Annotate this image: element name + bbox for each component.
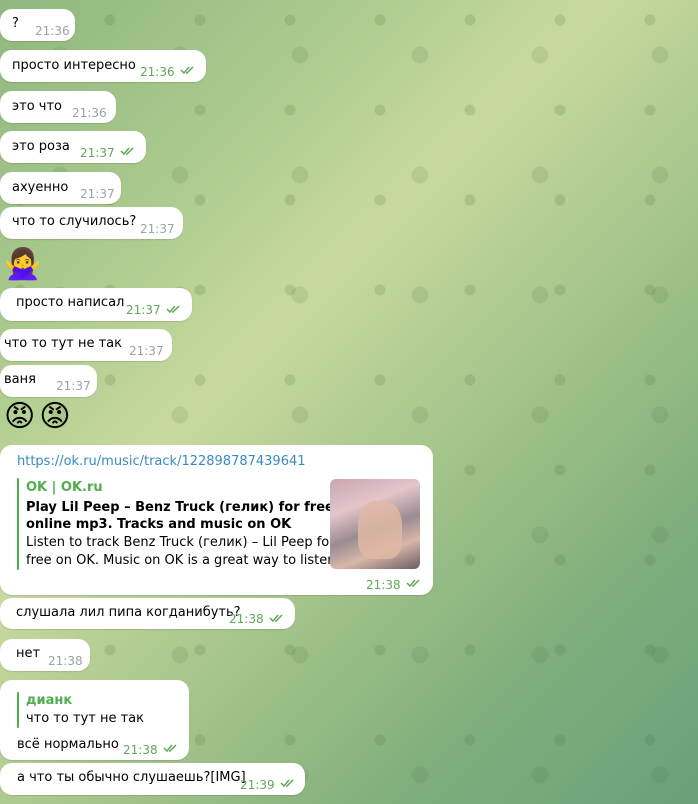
message-time: 21:38 xyxy=(48,654,83,668)
message-bubble[interactable]: ахуенно 21:37 xyxy=(0,172,121,204)
message-text: что то случилось? xyxy=(12,214,137,229)
angry-face-emoji[interactable]: 😡😡 xyxy=(4,400,75,434)
message-text: слушала лил пипа когданибуть? xyxy=(16,605,241,620)
message-time: 21:37 xyxy=(56,379,91,393)
message-bubble[interactable]: слушала лил пипа когданибуть? 21:38 xyxy=(0,598,295,629)
message-time: 21:37 xyxy=(126,303,161,317)
message-text: а что ты обычно слушаешь?[IMG] xyxy=(17,770,246,785)
message-time: 21:38 xyxy=(123,743,158,757)
message-time: 21:37 xyxy=(80,187,115,201)
message-bubble[interactable]: ваня 21:37 xyxy=(0,365,97,397)
message-time: 21:37 xyxy=(80,146,115,160)
message-time: 21:36 xyxy=(140,65,175,79)
message-text: просто написал xyxy=(16,295,125,310)
woman-gesturing-no-emoji[interactable]: 🙅‍♀️ xyxy=(4,248,41,282)
message-text: нет xyxy=(16,646,41,661)
reply-author[interactable]: дианк xyxy=(26,692,72,710)
link-preview-thumbnail[interactable] xyxy=(330,479,420,569)
message-bubble[interactable]: ? 21:36 xyxy=(0,9,75,41)
reply-message-bubble[interactable]: дианк что то тут не так всё нормально 21… xyxy=(0,680,189,760)
link-preview-description: Listen to track Benz Truck (гелик) – Lil… xyxy=(26,535,335,550)
message-bubble[interactable]: просто написал 21:37 xyxy=(0,288,192,321)
link-preview-description: free on OK. Music on OK is a great way t… xyxy=(26,553,358,568)
message-time: 21:38 xyxy=(366,578,401,592)
reply-quoted-text[interactable]: что то тут не так xyxy=(26,710,144,728)
message-bubble[interactable]: что то случилось? 21:37 xyxy=(0,207,183,239)
read-checks-icon xyxy=(406,579,420,588)
message-text: это роза xyxy=(12,139,70,154)
read-checks-icon xyxy=(180,66,194,75)
link-message-bubble[interactable]: https://ok.ru/music/track/12289878743964… xyxy=(0,445,433,595)
message-bubble[interactable]: что то тут не так 21:37 xyxy=(0,329,172,361)
message-bubble[interactable]: просто интересно 21:36 xyxy=(0,50,206,82)
message-time: 21:37 xyxy=(140,222,175,236)
reply-quote-accent xyxy=(17,692,19,728)
read-checks-icon xyxy=(269,614,283,623)
read-checks-icon xyxy=(120,147,134,156)
message-time: 21:39 xyxy=(240,778,275,792)
read-checks-icon xyxy=(280,779,294,788)
message-time: 21:36 xyxy=(72,106,107,120)
message-text: всё нормально xyxy=(17,737,119,752)
message-text: ахуенно xyxy=(12,180,69,195)
message-time: 21:38 xyxy=(229,612,264,626)
link-preview-accent xyxy=(17,478,19,570)
chat-background: ? 21:36 просто интересно 21:36 это что 2… xyxy=(0,0,698,804)
message-text: просто интересно xyxy=(12,58,136,73)
message-link[interactable]: https://ok.ru/music/track/12289878743964… xyxy=(17,453,306,471)
message-bubble[interactable]: это роза 21:37 xyxy=(0,131,146,163)
message-bubble[interactable]: это что 21:36 xyxy=(0,91,116,123)
message-text: ? xyxy=(12,16,19,31)
message-time: 21:37 xyxy=(129,344,164,358)
message-text: это что xyxy=(12,99,63,114)
message-text: что то тут не так xyxy=(4,336,122,351)
link-preview-title[interactable]: Play Lil Peep – Benz Truck (гелик) for f… xyxy=(26,499,334,517)
message-bubble[interactable]: нет 21:38 xyxy=(0,639,90,671)
message-time: 21:36 xyxy=(35,24,70,38)
message-bubble[interactable]: а что ты обычно слушаешь?[IMG] 21:39 xyxy=(0,763,305,795)
link-preview-site[interactable]: OK | OK.ru xyxy=(26,479,103,497)
message-text: ваня xyxy=(4,372,36,387)
link-preview-title[interactable]: online mp3. Tracks and music on OK xyxy=(26,516,291,534)
read-checks-icon xyxy=(166,305,180,314)
read-checks-icon xyxy=(163,744,177,753)
